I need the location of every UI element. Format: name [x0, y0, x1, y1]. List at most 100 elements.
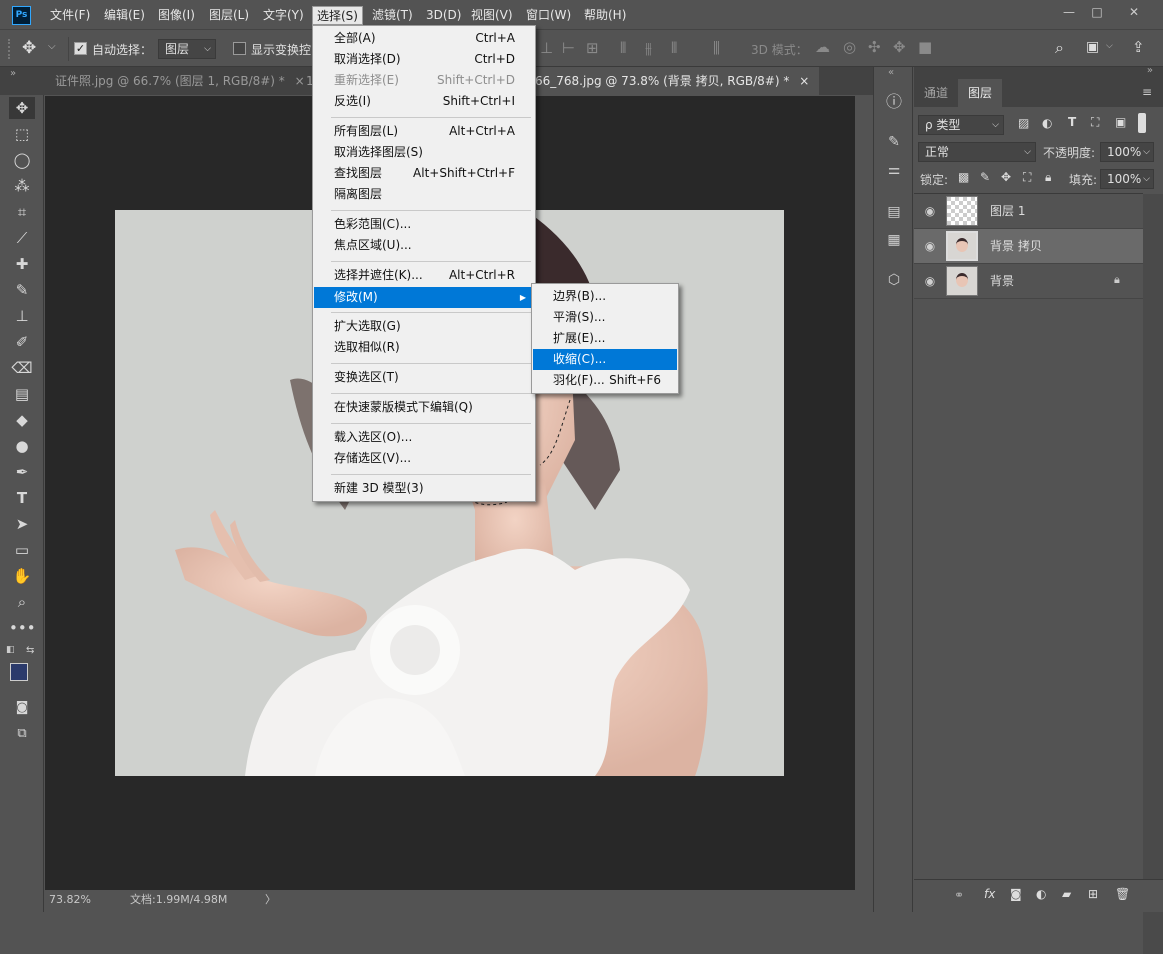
adjustment-layer-icon[interactable]: ◐ [1036, 887, 1046, 901]
collapse-icon[interactable]: » [1147, 65, 1153, 76]
3d-roll-icon[interactable]: ◎ [843, 38, 856, 56]
gradient-tool-icon[interactable]: ▤ [9, 383, 35, 405]
menu-item-deselect-layers[interactable]: 取消选择图层(S) [314, 142, 534, 163]
link-layers-icon[interactable]: ⚭ [954, 888, 964, 902]
properties-icon[interactable]: ▦ [883, 229, 905, 251]
align-bottom-icon[interactable]: ⊥ [540, 39, 553, 57]
menu-item-all-layers[interactable]: 所有图层(L) Alt+Ctrl+A [314, 121, 534, 142]
clone-stamp-tool-icon[interactable]: ⊥ [9, 305, 35, 327]
visibility-eye-icon[interactable]: ◉ [922, 273, 938, 289]
marquee-tool-icon[interactable]: ⬚ [9, 123, 35, 145]
filter-pixel-icon[interactable]: ▨ [1018, 116, 1029, 130]
quick-mask-icon[interactable]: ◙ [9, 697, 35, 719]
menu-item-border[interactable]: 边界(B)... [533, 286, 677, 307]
menu-3d[interactable]: 3D(D) [422, 6, 465, 25]
visibility-eye-icon[interactable]: ◉ [922, 203, 938, 219]
show-transform-checkbox[interactable] [233, 42, 246, 55]
3d-cube-icon[interactable]: ⬡ [883, 269, 905, 291]
opacity-field[interactable]: 100% ⌵ [1100, 142, 1154, 162]
status-menu-arrow[interactable]: 〉 [265, 890, 276, 910]
auto-select-dropdown[interactable]: 图层 ⌵ [158, 39, 216, 59]
chevron-down-icon[interactable]: ⌵ [48, 41, 56, 52]
menu-item-contract[interactable]: 收缩(C)... [533, 349, 677, 370]
restore-button[interactable]: □ [1083, 3, 1111, 23]
lock-image-icon[interactable]: ✎ [980, 170, 990, 184]
menu-item-transform-selection[interactable]: 变换选区(T) [314, 367, 534, 388]
menu-item-smooth[interactable]: 平滑(S)... [533, 307, 677, 328]
menu-layer[interactable]: 图层(L) [205, 6, 253, 25]
3d-drag-icon[interactable]: ✣ [868, 38, 881, 56]
menu-item-modify[interactable]: 修改(M) ▶ [314, 287, 534, 308]
align-hcenter-icon[interactable]: ⊞ [586, 39, 599, 57]
collapse-toolbar-icon[interactable]: » [10, 67, 16, 81]
menu-window[interactable]: 窗口(W) [522, 6, 575, 25]
menu-item-similar[interactable]: 选取相似(R) [314, 337, 534, 358]
more-tools-icon[interactable]: ••• [9, 617, 36, 639]
menu-item-select-all[interactable]: 全部(A) Ctrl+A [314, 28, 534, 49]
lock-transparent-icon[interactable]: ▩ [958, 170, 969, 184]
layer-name[interactable]: 背景 拷贝 [990, 229, 1042, 264]
libraries-icon[interactable]: ▤ [883, 201, 905, 223]
3d-camera-icon[interactable]: ■ [918, 38, 932, 56]
auto-select-checkbox[interactable]: ✓ [74, 42, 87, 55]
adjustments-icon[interactable]: ⚌ [883, 159, 905, 181]
collapse-dock-icon[interactable]: « [888, 67, 894, 78]
path-selection-tool-icon[interactable]: ➤ [9, 513, 35, 535]
filter-type-icon[interactable]: T [1068, 115, 1076, 129]
menu-item-focus-area[interactable]: 焦点区域(U)... [314, 235, 534, 256]
menu-item-select-and-mask[interactable]: 选择并遮住(K)... Alt+Ctrl+R [314, 265, 534, 286]
fx-icon[interactable]: fx [984, 887, 995, 901]
distribute-left-icon[interactable]: ⫴ [620, 39, 626, 57]
distribute-center-icon[interactable]: ⫵ [645, 39, 652, 57]
menu-item-color-range[interactable]: 色彩范围(C)... [314, 214, 534, 235]
trash-icon[interactable]: 🗑︎ [1115, 887, 1130, 901]
tab-document-1[interactable]: 证件照.jpg @ 66.7% (图层 1, RGB/8#) * × [45, 67, 315, 95]
tab-document-3[interactable]: 66_768.jpg @ 73.8% (背景 拷贝, RGB/8#) * × [527, 67, 820, 95]
menu-help[interactable]: 帮助(H) [580, 6, 630, 25]
type-tool-icon[interactable]: T [9, 487, 35, 509]
zoom-level[interactable]: 73.82% [49, 890, 91, 910]
layers-scrollbar[interactable] [1143, 194, 1163, 954]
3d-slide-icon[interactable]: ✥ [893, 38, 906, 56]
menu-item-load-selection[interactable]: 载入选区(O)... [314, 427, 534, 448]
search-icon[interactable]: ⌕ [1055, 38, 1064, 58]
close-icon[interactable]: × [799, 74, 809, 88]
eraser-tool-icon[interactable]: ⌫ [9, 357, 35, 379]
visibility-eye-icon[interactable]: ◉ [922, 238, 938, 254]
layer-filter-dropdown[interactable]: ρ 类型 ⌵ [918, 115, 1004, 135]
foreground-color-swatch[interactable] [10, 663, 28, 681]
dodge-tool-icon[interactable]: ● [9, 435, 35, 457]
brush-tool-icon[interactable]: ✎ [9, 279, 35, 301]
lock-artboard-icon[interactable]: ⛶ [1023, 170, 1031, 185]
align-left-icon[interactable]: ⊢ [562, 39, 575, 57]
grip-handle[interactable] [8, 39, 12, 59]
layer-name[interactable]: 背景 [990, 264, 1014, 299]
eyedropper-tool-icon[interactable]: ⟋ [9, 227, 35, 249]
history-brush-tool-icon[interactable]: ✐ [9, 331, 35, 353]
share-icon[interactable]: ⇪ [1132, 38, 1145, 56]
default-colors-icon[interactable]: ◧ [6, 645, 15, 655]
lock-position-icon[interactable]: ✥ [1001, 170, 1011, 184]
menu-edit[interactable]: 编辑(E) [100, 6, 149, 25]
layer-name[interactable]: 图层 1 [990, 194, 1025, 229]
menu-item-grow[interactable]: 扩大选取(G) [314, 316, 534, 337]
menu-item-new-3d-extrusion[interactable]: 新建 3D 模型(3) [314, 478, 534, 499]
menu-image[interactable]: 图像(I) [154, 6, 199, 25]
menu-item-expand[interactable]: 扩展(E)... [533, 328, 677, 349]
menu-type[interactable]: 文字(Y) [259, 6, 308, 25]
menu-item-save-selection[interactable]: 存储选区(V)... [314, 448, 534, 469]
layer-row[interactable]: ◉ 图层 1 [914, 194, 1143, 229]
swap-colors-icon[interactable]: ⇆ [26, 645, 34, 656]
tab-layers[interactable]: 图层 [958, 79, 1003, 107]
workspace-icon[interactable]: ▣ [1086, 39, 1099, 55]
menu-item-find-layers[interactable]: 查找图层 Alt+Shift+Ctrl+F [314, 163, 534, 184]
healing-brush-tool-icon[interactable]: ✚ [9, 253, 35, 275]
menu-item-inverse[interactable]: 反选(I) Shift+Ctrl+I [314, 91, 534, 112]
brush-settings-icon[interactable]: ✎ [883, 131, 905, 153]
panel-menu-icon[interactable]: ≡ [1142, 85, 1152, 99]
filter-smart-object-icon[interactable]: ▣ [1115, 115, 1126, 129]
menu-view[interactable]: 视图(V) [467, 6, 517, 25]
lasso-tool-icon[interactable]: ◯ [9, 149, 35, 171]
new-group-icon[interactable]: ▰ [1062, 887, 1071, 901]
menu-item-isolate-layers[interactable]: 隔离图层 [314, 184, 534, 205]
